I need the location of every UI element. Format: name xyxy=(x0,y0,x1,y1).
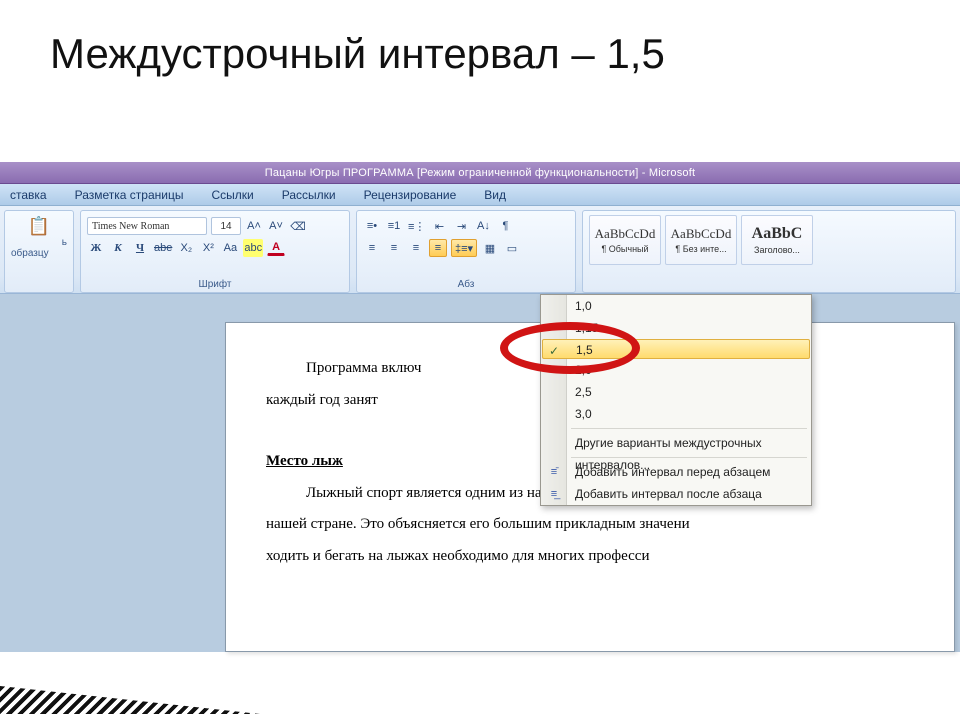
line-spacing-button[interactable]: ‡≡▾ xyxy=(451,239,477,257)
spacing-option-3-0[interactable]: 3,0 xyxy=(541,403,811,425)
change-case-button[interactable]: Aa xyxy=(221,239,239,257)
font-color-button[interactable]: A xyxy=(267,241,285,256)
align-center-button[interactable]: ≡ xyxy=(385,239,403,257)
align-right-button[interactable]: ≡ xyxy=(407,239,425,257)
italic-button[interactable]: К xyxy=(109,239,127,257)
strike-button[interactable]: abe xyxy=(153,239,173,257)
font-size-combo[interactable]: 14 xyxy=(211,217,241,235)
tab-references[interactable]: Ссылки xyxy=(211,188,253,202)
spacing-label: 1,5 xyxy=(576,343,593,357)
clear-format-icon[interactable]: ⌫ xyxy=(289,217,307,235)
spacing-option-1-0[interactable]: 1,0 xyxy=(541,295,811,317)
numbering-button[interactable]: ≡1 xyxy=(385,217,403,235)
tab-view[interactable]: Вид xyxy=(484,188,506,202)
tab-insert[interactable]: ставка xyxy=(10,188,47,202)
style-name: ¶ Обычный xyxy=(601,244,648,254)
add-space-after[interactable]: ≡̲ Добавить интервал после абзаца xyxy=(541,483,811,505)
window-titlebar: Пацаны Югры ПРОГРАММА [Режим ограниченно… xyxy=(0,162,960,184)
show-marks-button[interactable]: ¶ xyxy=(496,217,514,235)
align-justify-button[interactable]: ≡ xyxy=(429,239,447,257)
shading-button[interactable]: ▦ xyxy=(481,239,499,257)
check-icon: ✓ xyxy=(549,341,559,361)
line-spacing-menu: 1,0 1,15 ✓ 1,5 2,0 2,5 3,0 Другие вариан… xyxy=(540,294,812,506)
spacing-option-2-0[interactable]: 2,0 xyxy=(541,359,811,381)
clipboard-label-1: ь xyxy=(11,237,67,248)
menu-separator xyxy=(571,428,807,429)
space-before-icon: ≡̄ xyxy=(545,461,563,483)
doc-text: нашей стране. Это объясняется его больши… xyxy=(266,509,914,541)
sort-button[interactable]: A↓ xyxy=(474,217,492,235)
font-name-combo[interactable]: Times New Roman xyxy=(87,217,207,235)
grow-font-button[interactable]: A˄ xyxy=(245,217,263,235)
group-paragraph: ≡• ≡1 ≡⋮ ⇤ ⇥ A↓ ¶ ≡ ≡ ≡ ≡ ‡≡▾ ▦ ▭ Абз xyxy=(356,210,576,293)
group-clipboard: 📋 ь образцу xyxy=(4,210,74,293)
highlight-button[interactable]: abc xyxy=(243,239,263,257)
tab-page-layout[interactable]: Разметка страницы xyxy=(75,188,184,202)
style-sample: AaBbCcDd xyxy=(671,226,732,242)
style-sample: AaBbCcDd xyxy=(595,226,656,242)
multilevel-button[interactable]: ≡⋮ xyxy=(407,217,426,235)
style-heading1[interactable]: AaBbC Заголово... xyxy=(741,215,813,265)
menu-label: Добавить интервал перед абзацем xyxy=(575,465,770,479)
style-normal[interactable]: AaBbCcDd ¶ Обычный xyxy=(589,215,661,265)
underline-button[interactable]: Ч xyxy=(131,239,149,257)
style-name: Заголово... xyxy=(754,245,800,255)
group-font-label: Шрифт xyxy=(81,279,349,290)
spacing-option-2-5[interactable]: 2,5 xyxy=(541,381,811,403)
bold-button[interactable]: Ж xyxy=(87,239,105,257)
indent-decrease-button[interactable]: ⇤ xyxy=(430,217,448,235)
subscript-button[interactable]: X₂ xyxy=(177,239,195,257)
style-no-spacing[interactable]: AaBbCcDd ¶ Без инте... xyxy=(665,215,737,265)
group-styles: AaBbCcDd ¶ Обычный AaBbCcDd ¶ Без инте..… xyxy=(582,210,956,293)
bullets-button[interactable]: ≡• xyxy=(363,217,381,235)
spacing-more-options[interactable]: Другие варианты междустрочных интервалов… xyxy=(541,432,811,454)
spacing-option-1-5[interactable]: ✓ 1,5 xyxy=(542,339,810,359)
group-font: Times New Roman 14 A˄ A˅ ⌫ Ж К Ч abe X₂ … xyxy=(80,210,350,293)
menu-label: Добавить интервал после абзаца xyxy=(575,487,762,501)
superscript-button[interactable]: X² xyxy=(199,239,217,257)
clipboard-label-2: образцу xyxy=(11,248,67,259)
slide-decoration xyxy=(0,686,260,714)
space-after-icon: ≡̲ xyxy=(545,483,563,505)
indent-increase-button[interactable]: ⇥ xyxy=(452,217,470,235)
doc-text: ходить и бегать на лыжах необходимо для … xyxy=(266,541,914,573)
borders-button[interactable]: ▭ xyxy=(503,239,521,257)
ribbon: 📋 ь образцу Times New Roman 14 A˄ A˅ ⌫ Ж… xyxy=(0,206,960,294)
ribbon-tabstrip: ставка Разметка страницы Ссылки Рассылки… xyxy=(0,184,960,206)
style-sample: AaBbC xyxy=(752,225,803,243)
tab-mailings[interactable]: Рассылки xyxy=(282,188,336,202)
add-space-before[interactable]: ≡̄ Добавить интервал перед абзацем xyxy=(541,461,811,483)
spacing-option-1-15[interactable]: 1,15 xyxy=(541,317,811,339)
group-paragraph-label: Абз xyxy=(357,279,575,290)
slide-title: Междустрочный интервал – 1,5 xyxy=(0,0,960,98)
shrink-font-button[interactable]: A˅ xyxy=(267,217,285,235)
word-screenshot: Пацаны Югры ПРОГРАММА [Режим ограниченно… xyxy=(0,162,960,652)
style-name: ¶ Без инте... xyxy=(675,244,726,254)
doc-text: Программа включ xyxy=(306,360,421,376)
doc-heading: Место лыж xyxy=(266,453,343,469)
tab-review[interactable]: Рецензирование xyxy=(364,188,457,202)
align-left-button[interactable]: ≡ xyxy=(363,239,381,257)
